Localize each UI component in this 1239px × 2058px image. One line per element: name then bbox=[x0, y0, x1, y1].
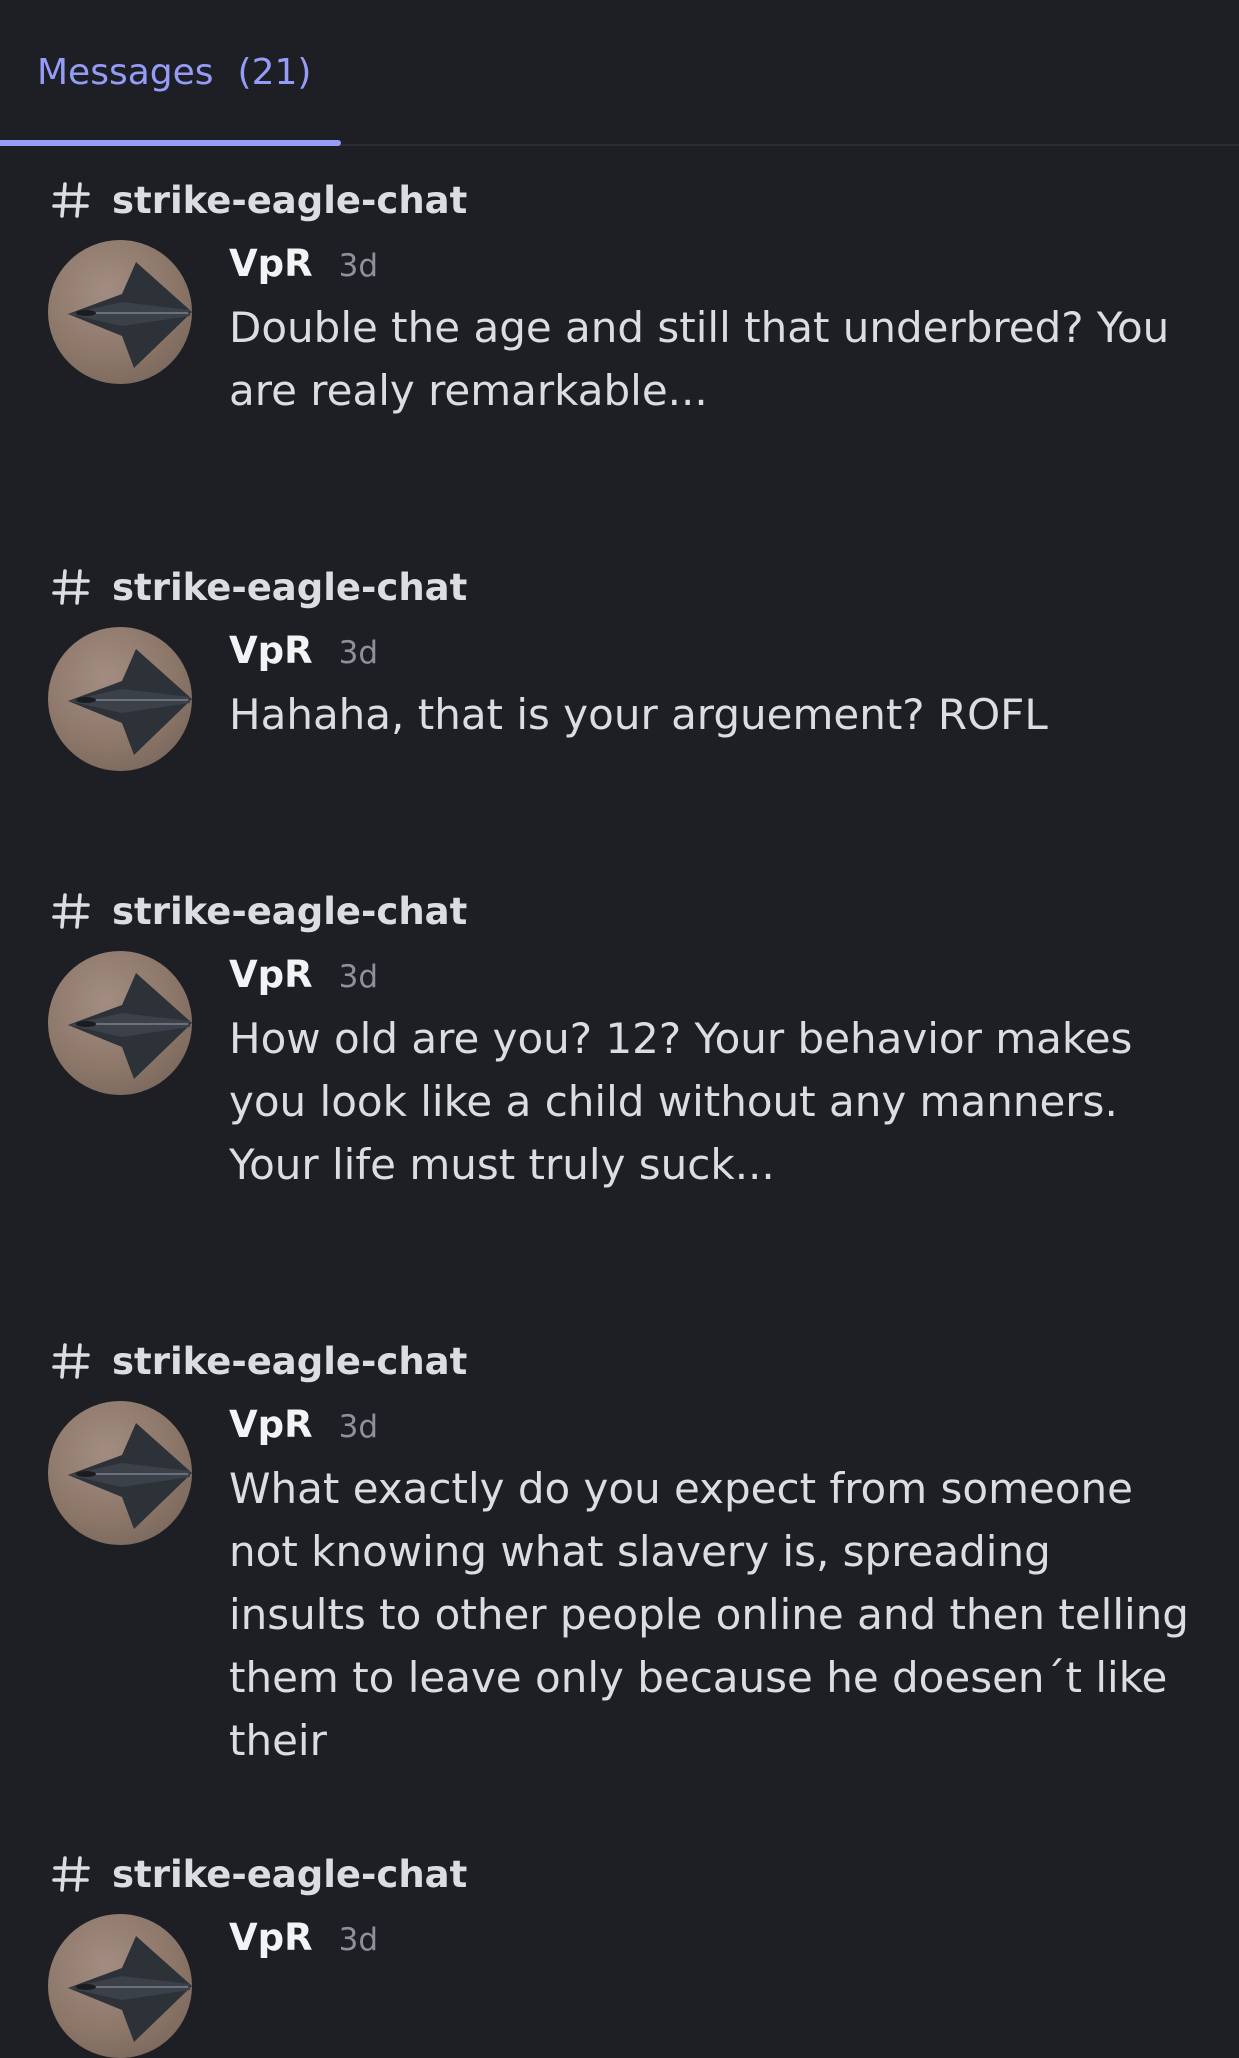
author-name[interactable]: VpR bbox=[229, 1916, 313, 1959]
timestamp: 3d bbox=[338, 959, 379, 995]
jet-icon bbox=[68, 1936, 192, 2042]
avatar[interactable] bbox=[48, 627, 192, 771]
tab-messages-label: Messages (21) bbox=[37, 52, 311, 93]
hash-icon bbox=[52, 182, 90, 218]
avatar[interactable] bbox=[48, 951, 192, 1095]
timestamp: 3d bbox=[338, 1922, 379, 1958]
channel-link[interactable]: strike-eagle-chat bbox=[50, 557, 467, 617]
message-header: VpR 3d bbox=[229, 629, 378, 672]
author-name[interactable]: VpR bbox=[229, 242, 313, 285]
channel-link[interactable]: strike-eagle-chat bbox=[50, 1844, 467, 1904]
channel-link[interactable]: strike-eagle-chat bbox=[50, 881, 467, 941]
author-name[interactable]: VpR bbox=[229, 953, 313, 996]
timestamp: 3d bbox=[338, 635, 379, 671]
tab-messages-count: (21) bbox=[237, 52, 312, 93]
jet-icon bbox=[68, 649, 192, 755]
jet-icon bbox=[68, 973, 192, 1079]
jet-icon bbox=[68, 1423, 192, 1529]
tab-messages-title: Messages bbox=[37, 52, 214, 93]
channel-name: strike-eagle-chat bbox=[112, 889, 468, 933]
author-name[interactable]: VpR bbox=[229, 629, 313, 672]
message-text: Double the age and still that underbred?… bbox=[229, 303, 1170, 415]
channel-link[interactable]: strike-eagle-chat bbox=[50, 1331, 467, 1391]
message-header: VpR 3d bbox=[229, 953, 378, 996]
channel-name: strike-eagle-chat bbox=[112, 1852, 468, 1896]
channel-name: strike-eagle-chat bbox=[112, 565, 468, 609]
message-header: VpR 3d bbox=[229, 1403, 378, 1446]
hash-icon bbox=[52, 893, 90, 929]
hash-icon bbox=[52, 1856, 90, 1892]
channel-name: strike-eagle-chat bbox=[112, 1339, 468, 1383]
tab-bar: Messages (21) bbox=[0, 0, 1239, 146]
timestamp: 3d bbox=[338, 248, 379, 284]
avatar[interactable] bbox=[48, 1914, 192, 2058]
message-text: How old are you? 12? Your behavior makes… bbox=[229, 1014, 1133, 1189]
message-text: What exactly do you expect from someone … bbox=[229, 1464, 1189, 1765]
avatar[interactable] bbox=[48, 240, 192, 384]
avatar[interactable] bbox=[48, 1401, 192, 1545]
author-name[interactable]: VpR bbox=[229, 1403, 313, 1446]
channel-link[interactable]: strike-eagle-chat bbox=[50, 170, 467, 230]
message-text: Hahaha, that is your arguement? ROFL bbox=[229, 690, 1048, 739]
hash-icon bbox=[52, 569, 90, 605]
message-header: VpR 3d bbox=[229, 1916, 378, 1959]
channel-name: strike-eagle-chat bbox=[112, 178, 468, 222]
tab-active-indicator bbox=[0, 140, 341, 146]
hash-icon bbox=[52, 1343, 90, 1379]
jet-icon bbox=[68, 262, 192, 368]
message-header: VpR 3d bbox=[229, 242, 378, 285]
tab-messages[interactable]: Messages (21) bbox=[0, 0, 341, 146]
timestamp: 3d bbox=[338, 1409, 379, 1445]
